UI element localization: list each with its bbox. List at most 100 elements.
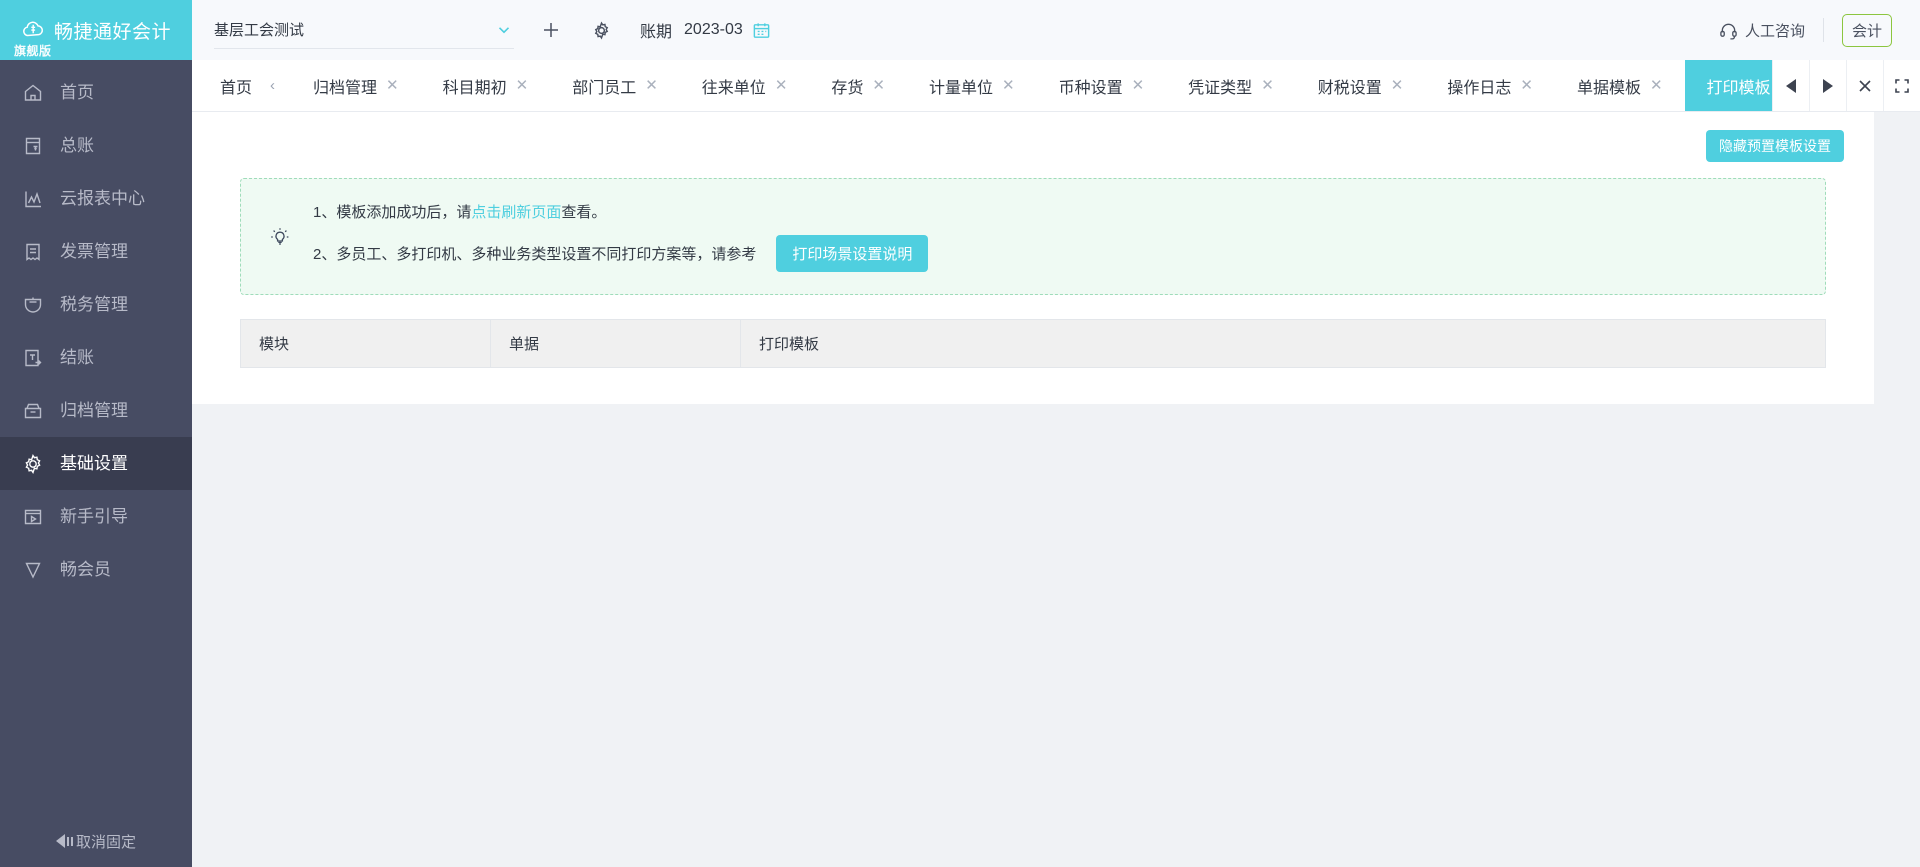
tab-label: 单据模板 xyxy=(1576,79,1641,97)
column-header-print-template: 打印模板 xyxy=(740,319,1826,368)
tab-measurement-unit[interactable]: 计量单位 ✕ xyxy=(907,60,1037,111)
tab-fiscal-tax-settings[interactable]: 财税设置 ✕ xyxy=(1296,60,1426,111)
tax-icon xyxy=(22,294,44,316)
tab-home-label: 首页 xyxy=(220,79,253,97)
chevron-left-icon[interactable]: ‹ xyxy=(270,77,275,94)
close-all-tabs-button[interactable] xyxy=(1846,60,1883,111)
sidebar-item-label: 结账 xyxy=(60,348,94,367)
sidebar-item-ledger[interactable]: 总账 xyxy=(0,119,192,172)
brand-logo[interactable]: 畅捷通好会计 旗舰版 xyxy=(0,0,192,60)
sidebar-item-archive[interactable]: 归档管理 xyxy=(0,384,192,437)
vip-icon xyxy=(22,559,44,581)
notice-box: 1、模板添加成功后，请 点击刷新页面 查看。 2、多员工、多打印机、多种业务类型… xyxy=(240,178,1826,295)
tab-counterparty[interactable]: 往来单位 ✕ xyxy=(680,60,810,111)
tab-currency-settings[interactable]: 币种设置 ✕ xyxy=(1037,60,1167,111)
role-badge[interactable]: 会计 xyxy=(1841,13,1892,47)
close-icon[interactable]: ✕ xyxy=(1650,78,1663,93)
top-bar: 基层工会测试 账期 2023-03 人工咨询 会计 xyxy=(192,0,1920,60)
collapse-arrow-icon xyxy=(55,834,73,848)
column-header-module: 模块 xyxy=(240,319,491,368)
tab-voucher-type[interactable]: 凭证类型 ✕ xyxy=(1166,60,1296,111)
tab-label: 归档管理 xyxy=(313,79,378,97)
close-icon[interactable]: ✕ xyxy=(775,78,788,93)
sidebar-item-label: 云报表中心 xyxy=(60,189,145,208)
company-settings-button[interactable] xyxy=(588,17,614,43)
close-icon[interactable]: ✕ xyxy=(1391,78,1404,93)
arrow-right-icon xyxy=(1823,78,1833,93)
tab-home[interactable]: 首页 ‹ xyxy=(192,60,291,111)
tab-operation-log[interactable]: 操作日志 ✕ xyxy=(1425,60,1555,111)
close-icon[interactable]: ✕ xyxy=(1520,78,1533,93)
close-icon[interactable]: ✕ xyxy=(1132,78,1145,93)
tab-controls xyxy=(1772,60,1920,111)
tab-label: 存货 xyxy=(831,79,864,97)
sidebar-item-label: 总账 xyxy=(60,136,94,155)
print-scene-guide-button[interactable]: 打印场景设置说明 xyxy=(776,235,929,272)
tab-label: 科目期初 xyxy=(442,79,507,97)
tab-archive-management[interactable]: 归档管理 ✕ xyxy=(291,60,421,111)
refresh-page-link[interactable]: 点击刷新页面 xyxy=(471,201,561,222)
tab-label: 凭证类型 xyxy=(1188,79,1253,97)
close-icon[interactable]: ✕ xyxy=(386,78,399,93)
tab-strip: 首页 ‹ 归档管理 ✕ 科目期初 ✕ 部门员工 ✕ 往来单位 ✕ 存货 ✕ 计量… xyxy=(192,60,1920,112)
tab-label: 打印模板 xyxy=(1706,79,1771,97)
sidebar-item-vip[interactable]: 畅会员 xyxy=(0,543,192,596)
unpin-sidebar-button[interactable]: 取消固定 xyxy=(0,815,192,867)
topbar-divider xyxy=(1822,18,1824,42)
fullscreen-icon xyxy=(1895,78,1909,93)
archive-icon xyxy=(22,400,44,422)
sidebar-item-label: 税务管理 xyxy=(60,295,128,314)
tab-label: 财税设置 xyxy=(1317,79,1382,97)
main-column: 基层工会测试 账期 2023-03 人工咨询 会计 首页 ‹ 归档管理 ✕ 科目… xyxy=(192,0,1920,867)
sidebar-item-cloud-report[interactable]: 云报表中心 xyxy=(0,172,192,225)
sidebar-item-guide[interactable]: 新手引导 xyxy=(0,490,192,543)
sidebar-item-basic-settings[interactable]: 基础设置 xyxy=(0,437,192,490)
print-template-table: 模块 单据 打印模板 xyxy=(240,319,1826,368)
notice-line-1-suffix: 查看。 xyxy=(561,204,607,221)
gear-icon xyxy=(594,20,608,40)
tab-print-template[interactable]: 打印模板 ✕ xyxy=(1684,60,1772,111)
fullscreen-button[interactable] xyxy=(1883,60,1920,111)
close-icon[interactable]: ✕ xyxy=(516,78,529,93)
cloud-logo-icon xyxy=(21,17,47,43)
sidebar-item-label: 发票管理 xyxy=(60,242,128,261)
brand-edition: 旗舰版 xyxy=(14,44,52,58)
close-icon[interactable]: ✕ xyxy=(1002,78,1015,93)
close-icon[interactable]: ✕ xyxy=(645,78,658,93)
chevron-down-icon xyxy=(496,22,512,38)
tab-department-employee[interactable]: 部门员工 ✕ xyxy=(550,60,680,111)
brand-name: 畅捷通好会计 xyxy=(53,21,171,43)
table-head: 模块 单据 打印模板 xyxy=(240,319,1826,368)
ledger-icon xyxy=(22,135,44,157)
support-button[interactable]: 人工咨询 xyxy=(1719,20,1805,41)
tab-label: 部门员工 xyxy=(572,79,637,97)
tabs-scroll-right-button[interactable] xyxy=(1809,60,1846,111)
unpin-label: 取消固定 xyxy=(75,833,136,851)
sidebar-item-label: 畅会员 xyxy=(60,560,111,579)
sidebar-item-label: 首页 xyxy=(60,83,94,102)
plus-icon xyxy=(544,23,558,37)
sidebar-item-tax[interactable]: 税务管理 xyxy=(0,278,192,331)
sidebar-item-home[interactable]: 首页 xyxy=(0,66,192,119)
tab-document-template[interactable]: 单据模板 ✕ xyxy=(1555,60,1685,111)
tab-label: 计量单位 xyxy=(928,79,993,97)
tab-label: 往来单位 xyxy=(701,79,766,97)
company-selector[interactable]: 基层工会测试 xyxy=(214,11,514,49)
arrow-left-icon xyxy=(1786,78,1796,93)
tab-subject-opening[interactable]: 科目期初 ✕ xyxy=(421,60,551,111)
close-icon[interactable]: ✕ xyxy=(1261,78,1274,93)
tabs-scroll-left-button[interactable] xyxy=(1772,60,1809,111)
period-value: 2023-03 xyxy=(684,21,743,38)
notice-line-1-prefix: 1、模板添加成功后，请 xyxy=(313,204,472,221)
sidebar-item-settlement[interactable]: 结账 xyxy=(0,331,192,384)
sidebar-item-invoice[interactable]: 发票管理 xyxy=(0,225,192,278)
gear-icon xyxy=(22,453,44,475)
add-company-button[interactable] xyxy=(538,17,564,43)
tab-label: 操作日志 xyxy=(1447,79,1512,97)
tab-inventory[interactable]: 存货 ✕ xyxy=(809,60,907,111)
calendar-icon[interactable] xyxy=(752,21,771,40)
notice-line-2: 2、多员工、多打印机、多种业务类型设置不同打印方案等，请参考 打印场景设置说明 xyxy=(313,235,929,272)
guide-icon xyxy=(22,506,44,528)
hide-preset-template-button[interactable]: 隐藏预置模板设置 xyxy=(1706,130,1844,162)
close-icon[interactable]: ✕ xyxy=(872,78,885,93)
